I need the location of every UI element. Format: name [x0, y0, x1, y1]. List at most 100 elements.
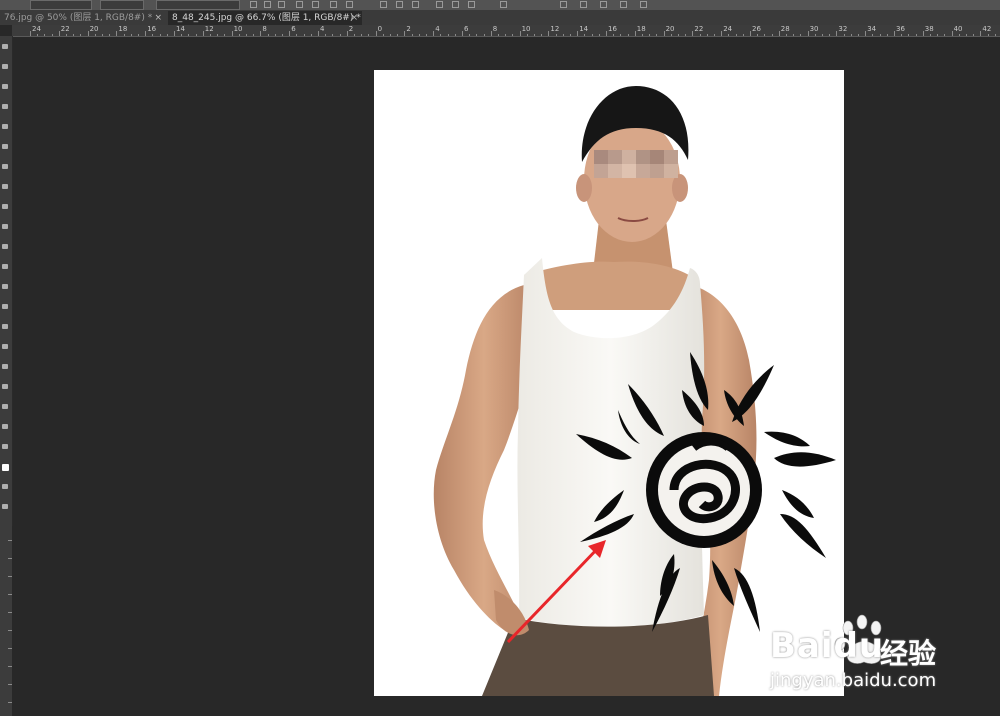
3d-mode-icon[interactable] [560, 1, 567, 8]
ruler-minor-tick [843, 34, 845, 36]
edit-toolbar-icon[interactable] [2, 444, 8, 449]
ruler-minor-tick [368, 34, 370, 36]
history-brush-icon[interactable] [2, 224, 8, 229]
3d-pan-icon[interactable] [620, 1, 627, 8]
ruler-tick [922, 31, 924, 36]
shape-tool-icon[interactable] [2, 384, 8, 389]
ruler-tick [663, 31, 665, 36]
distribute-right-icon[interactable] [468, 1, 475, 8]
distribute-hcenter-icon[interactable] [452, 1, 459, 8]
pen-tool-icon[interactable] [2, 324, 8, 329]
ruler-tick [750, 31, 751, 36]
vertical-ruler-tick [8, 630, 12, 631]
hand-tool-icon[interactable] [2, 404, 8, 409]
photo-man-in-tank-top [433, 86, 836, 696]
ruler-minor-tick [944, 34, 946, 36]
tab-document-2[interactable]: 8_48_245.jpg @ 66.7% (图层 1, RGB/8#) * × [168, 11, 362, 25]
3d-roll-icon[interactable] [600, 1, 607, 8]
ruler-minor-tick [354, 34, 355, 36]
right-ear [672, 174, 688, 202]
tools-panel [0, 36, 13, 526]
distribute-icon[interactable] [346, 1, 353, 8]
ruler-tick [404, 31, 406, 36]
ruler-minor-tick [742, 34, 744, 36]
ruler-label: 18 [636, 25, 646, 33]
options-dropdown[interactable] [30, 0, 92, 10]
ruler-minor-tick [469, 34, 471, 36]
type-tool-icon[interactable] [2, 344, 8, 349]
dodge-tool-icon[interactable] [2, 304, 8, 309]
ruler-label: 40 [953, 25, 963, 33]
ruler-minor-tick [426, 34, 427, 36]
ruler-label: 2 [348, 25, 354, 33]
ruler-minor-tick [310, 34, 312, 36]
tab-document-1[interactable]: 76.jpg @ 50% (图层 1, RGB/8#) * × [0, 11, 166, 25]
foreground-color-icon[interactable] [2, 464, 9, 471]
quick-select-icon[interactable] [2, 104, 8, 109]
ruler-tick [318, 31, 319, 36]
vertical-ruler-tick [8, 576, 12, 577]
brush-tool-icon[interactable] [2, 184, 8, 189]
close-icon[interactable]: × [154, 11, 162, 25]
marquee-tool-icon[interactable] [2, 64, 8, 69]
distribute-top-icon[interactable] [380, 1, 387, 8]
3d-scale-icon[interactable] [640, 1, 647, 8]
ruler-tick [951, 31, 953, 36]
baidu-jingyan-watermark: Baidu 经验 jingyan.baidu.com [770, 612, 990, 702]
align-bottom-icon[interactable] [330, 1, 337, 8]
3d-rotate-icon[interactable] [580, 1, 587, 8]
horizontal-ruler[interactable]: 24 22 20 18 16 14 12 10 8 6 4 2 0 2 4 6 8 10 12 14 16 18 20 22 2… [12, 25, 1000, 37]
align-center-icon[interactable] [264, 1, 271, 8]
ruler-minor-tick [714, 34, 715, 36]
vertical-ruler-tick [8, 684, 12, 685]
ruler-tick [836, 31, 838, 36]
align-top-icon[interactable] [296, 1, 303, 8]
gradient-tool-icon[interactable] [2, 264, 8, 269]
vertical-ruler-tick [8, 558, 12, 559]
distribute-bottom-icon[interactable] [412, 1, 419, 8]
ruler-minor-tick [620, 34, 622, 36]
ruler-minor-tick [73, 34, 75, 36]
quick-mask-icon[interactable] [2, 484, 8, 489]
crop-tool-icon[interactable] [2, 124, 8, 129]
ruler-minor-tick [908, 34, 910, 36]
align-left-icon[interactable] [250, 1, 257, 8]
ruler-label: 4 [435, 25, 440, 33]
ruler-tick [346, 31, 348, 36]
ruler-label: 20 [89, 25, 99, 33]
screen-mode-icon[interactable] [2, 504, 8, 509]
ruler-minor-tick [37, 34, 39, 36]
ruler-minor-tick [901, 34, 903, 36]
eraser-tool-icon[interactable] [2, 244, 8, 249]
ruler-minor-tick [642, 34, 643, 36]
distribute-center-icon[interactable] [396, 1, 403, 8]
vertical-ruler-tick [8, 648, 12, 649]
ruler-minor-tick [570, 34, 571, 36]
blur-tool-icon[interactable] [2, 284, 8, 289]
auto-align-icon[interactable] [500, 1, 507, 8]
ruler-minor-tick [418, 34, 420, 36]
align-middle-icon[interactable] [312, 1, 319, 8]
lasso-tool-icon[interactable] [2, 84, 8, 89]
close-icon[interactable]: × [350, 11, 358, 25]
ruler-tick [692, 31, 694, 36]
healing-brush-icon[interactable] [2, 164, 8, 169]
ruler-minor-tick [159, 34, 161, 36]
zoom-tool-icon[interactable] [2, 424, 8, 429]
ruler-minor-tick [858, 34, 859, 36]
document-canvas[interactable] [374, 70, 844, 696]
vertical-ruler-tick [8, 702, 12, 703]
ruler-tick [289, 31, 291, 36]
align-right-icon[interactable] [278, 1, 285, 8]
ruler-minor-tick [879, 34, 881, 36]
move-tool-icon[interactable] [2, 44, 8, 49]
clone-stamp-icon[interactable] [2, 204, 8, 209]
options-button[interactable] [156, 0, 240, 10]
ruler-tick [260, 31, 262, 36]
path-select-icon[interactable] [2, 364, 8, 369]
options-dropdown-2[interactable] [100, 0, 144, 10]
ruler-minor-tick [166, 34, 168, 36]
ruler-label: 14 [579, 25, 589, 33]
eyedropper-icon[interactable] [2, 144, 8, 149]
distribute-left-icon[interactable] [436, 1, 443, 8]
